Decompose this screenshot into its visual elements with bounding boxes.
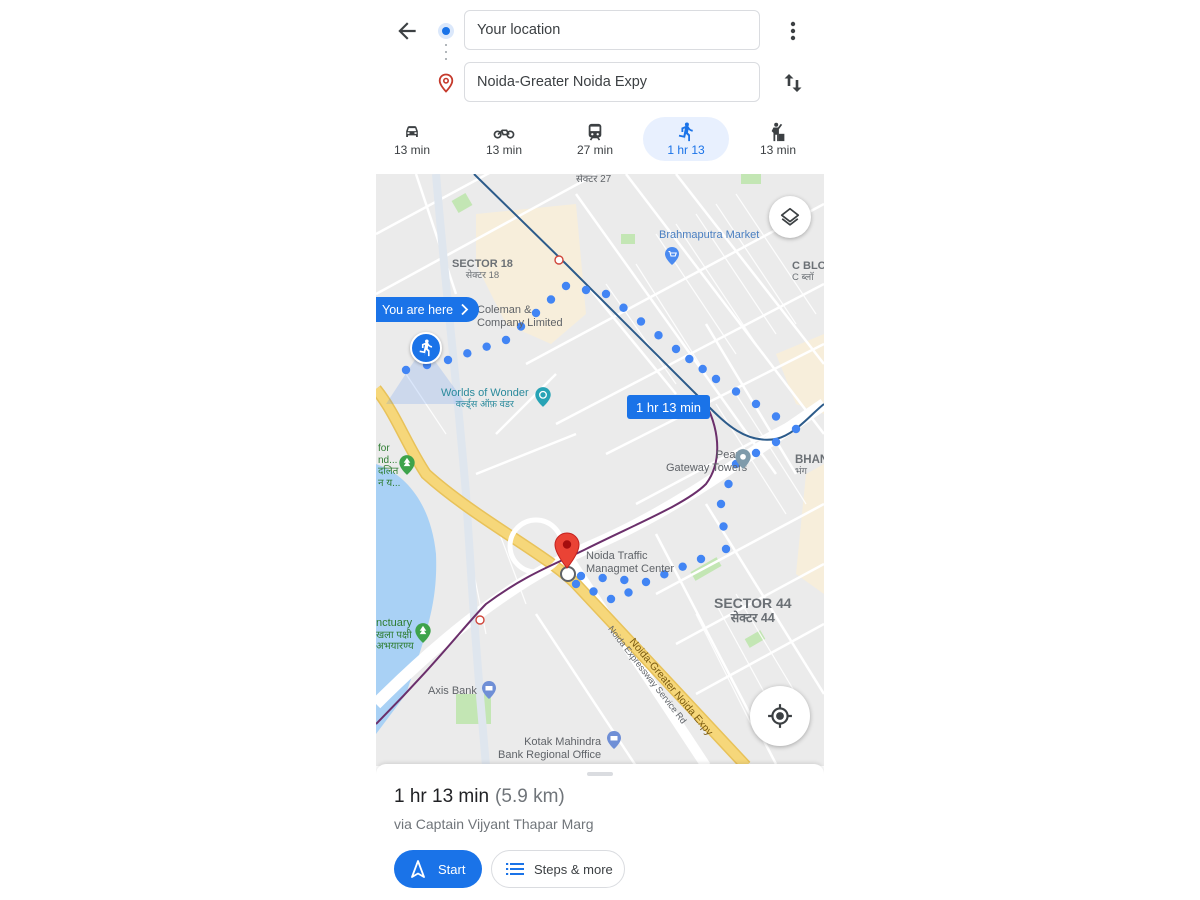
route-dot — [685, 354, 694, 364]
route-dot — [482, 342, 491, 351]
arrow-back-icon — [398, 22, 416, 40]
building-pin-icon[interactable] — [734, 448, 752, 470]
origin-input[interactable]: Your location — [464, 10, 760, 50]
map-label-sector44: SECTOR 44 सेक्टर 44 — [714, 595, 792, 626]
park-area — [621, 234, 635, 244]
my-location-button[interactable] — [750, 686, 810, 746]
route-dot — [711, 374, 721, 384]
destination-marker-icon[interactable] — [553, 532, 581, 582]
ride-hailing-icon — [771, 122, 785, 142]
route-dot — [671, 344, 681, 354]
map-label-bhangel: BHANभंग — [795, 454, 824, 478]
park-area — [741, 174, 761, 184]
route-duration: 1 hr 13 min (5.9 km) — [394, 786, 565, 807]
route-dot — [619, 303, 628, 312]
car-icon — [406, 126, 418, 137]
my-location-icon — [768, 704, 792, 728]
route-dot — [561, 281, 571, 291]
tab-drive[interactable]: 13 min — [376, 117, 455, 161]
route-dot — [606, 594, 616, 604]
route-dot — [698, 364, 707, 374]
map-base — [376, 174, 824, 766]
route-dot — [443, 355, 453, 365]
steps-and-more-button[interactable]: Steps & more — [491, 850, 625, 888]
route-dot — [678, 562, 687, 571]
amusement-park-pin-icon[interactable] — [534, 386, 552, 408]
walking-icon — [678, 122, 693, 142]
route-dot — [654, 331, 663, 340]
route-dot — [463, 349, 472, 358]
route-dot — [716, 499, 726, 509]
route-dot — [696, 554, 706, 564]
more-vert-icon — [790, 21, 796, 41]
route-dot — [719, 522, 728, 531]
train-icon — [588, 123, 602, 141]
you-are-here-bubble[interactable]: You are here — [376, 297, 480, 322]
route-distance: (5.9 km) — [495, 786, 565, 807]
origin-dot-icon — [438, 23, 454, 39]
route-dot — [581, 285, 591, 295]
route-via: via Captain Vijyant Thapar Marg — [394, 816, 594, 832]
tab-walk[interactable]: 1 hr 13 — [643, 117, 729, 161]
map-label-worlds-of-wonder[interactable]: Worlds of Wonder वर्ल्ड्स ऑफ़ वंडर — [441, 387, 529, 411]
route-dot — [771, 437, 781, 447]
map-label-coleman: Coleman & Company Limited — [477, 304, 563, 329]
map-label-sector18: SECTOR 18 सेक्टर 18 — [452, 258, 513, 281]
drag-handle[interactable] — [587, 772, 613, 776]
map-view[interactable]: सेक्टर 27 SECTOR 18 सेक्टर 18 Brahmaputra… — [376, 174, 824, 766]
route-dot — [624, 588, 633, 597]
tab-two-wheeler[interactable]: 13 min — [461, 117, 547, 161]
tab-transit[interactable]: 27 min — [552, 117, 638, 161]
route-dot — [724, 479, 733, 489]
route-time-bubble[interactable]: 1 hr 13 min — [627, 395, 711, 419]
route-summary-sheet: 1 hr 13 min (5.9 km) via Captain Vijyant … — [376, 764, 824, 900]
bank-pin-icon[interactable] — [481, 680, 497, 700]
shopping-cart-pin-icon[interactable] — [664, 246, 680, 266]
start-button[interactable]: Start — [394, 850, 482, 888]
park-pin-icon[interactable] — [398, 454, 416, 476]
current-location-marker[interactable] — [410, 332, 442, 364]
more-options-button[interactable] — [784, 20, 802, 42]
route-dot — [401, 365, 411, 375]
bank-pin-icon[interactable] — [606, 730, 622, 750]
route-dot — [620, 575, 629, 585]
tab-ride[interactable]: 13 min — [735, 117, 821, 161]
walking-icon — [419, 339, 433, 357]
route-dot — [636, 317, 646, 326]
route-dot — [751, 448, 761, 458]
route-dot — [641, 577, 651, 587]
swap-vertical-icon — [784, 74, 802, 92]
chevron-right-icon — [461, 303, 469, 316]
list-icon — [506, 863, 524, 875]
sanctuary-pin-icon[interactable] — [414, 622, 432, 644]
map-label-brahmaputra-market[interactable]: Brahmaputra Market — [659, 229, 759, 242]
connector-dots — [445, 44, 447, 64]
motorbike-icon — [493, 129, 515, 139]
route-dot — [589, 587, 598, 596]
swap-button[interactable] — [781, 71, 805, 95]
map-label-axis-bank: Axis Bank — [428, 685, 477, 697]
route-dot — [501, 335, 511, 345]
route-dot — [791, 424, 801, 434]
map-label-c-block: C BLO C ब्लॉ — [792, 260, 824, 283]
route-dot — [721, 544, 731, 554]
map-label-noida-traffic: Noida Traffic Managmet Center — [586, 550, 675, 575]
map-label-kotak-bank: Kotak Mahindra Bank Regional Office — [498, 736, 602, 761]
back-button[interactable] — [394, 18, 420, 44]
destination-pin-icon — [437, 73, 455, 93]
navigation-arrow-icon — [411, 860, 425, 878]
layers-icon — [780, 207, 800, 226]
route-dot — [731, 387, 741, 396]
map-label-sector27: सेक्टर 27 — [576, 174, 612, 185]
layers-button[interactable] — [769, 196, 811, 238]
route-dot — [771, 412, 781, 421]
map-label-bird-sanctuary: nctuary खला पक्षी अभयारण्य — [376, 617, 414, 653]
route-dot — [751, 399, 761, 409]
destination-input[interactable]: Noida-Greater Noida Expy — [464, 62, 760, 102]
directions-screen: Your location Noida-Greater Noida Expy 1… — [376, 0, 824, 900]
travel-mode-tabs: 13 min 13 min 27 min 1 hr 13 13 min — [376, 117, 824, 163]
route-dot — [601, 289, 611, 299]
route-dot — [546, 295, 556, 304]
